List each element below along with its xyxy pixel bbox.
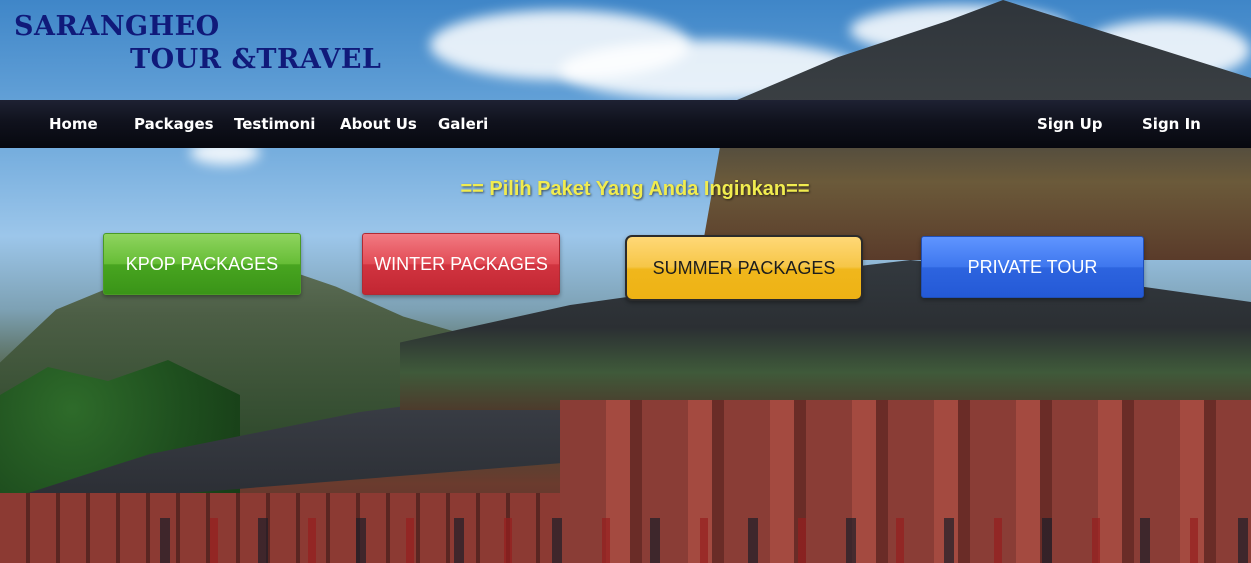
- nav-home[interactable]: Home: [49, 100, 98, 148]
- private-tour-button[interactable]: PRIVATE TOUR: [921, 236, 1144, 298]
- kpop-packages-button[interactable]: KPOP PACKAGES: [103, 233, 301, 295]
- nav-packages[interactable]: Packages: [134, 100, 214, 148]
- summer-packages-button[interactable]: SUMMER PACKAGES: [625, 235, 863, 301]
- package-headline: == Pilih Paket Yang Anda Inginkan==: [460, 178, 810, 200]
- brand-line-1: SARANGHEO: [14, 11, 220, 42]
- nav-about-us[interactable]: About Us: [340, 100, 417, 148]
- nav-galeri[interactable]: Galeri: [438, 100, 488, 148]
- site-logo-title[interactable]: SARANGHEO TOUR &TRAVEL: [14, 10, 381, 76]
- brand-line-2: TOUR &TRAVEL: [130, 44, 382, 75]
- nav-testimoni[interactable]: Testimoni: [234, 100, 315, 148]
- main-nav-bar: Home Packages Testimoni About Us Galeri …: [0, 100, 1251, 148]
- nav-sign-in[interactable]: Sign In: [1142, 100, 1201, 148]
- nav-sign-up[interactable]: Sign Up: [1037, 100, 1103, 148]
- winter-packages-button[interactable]: WINTER PACKAGES: [362, 233, 560, 295]
